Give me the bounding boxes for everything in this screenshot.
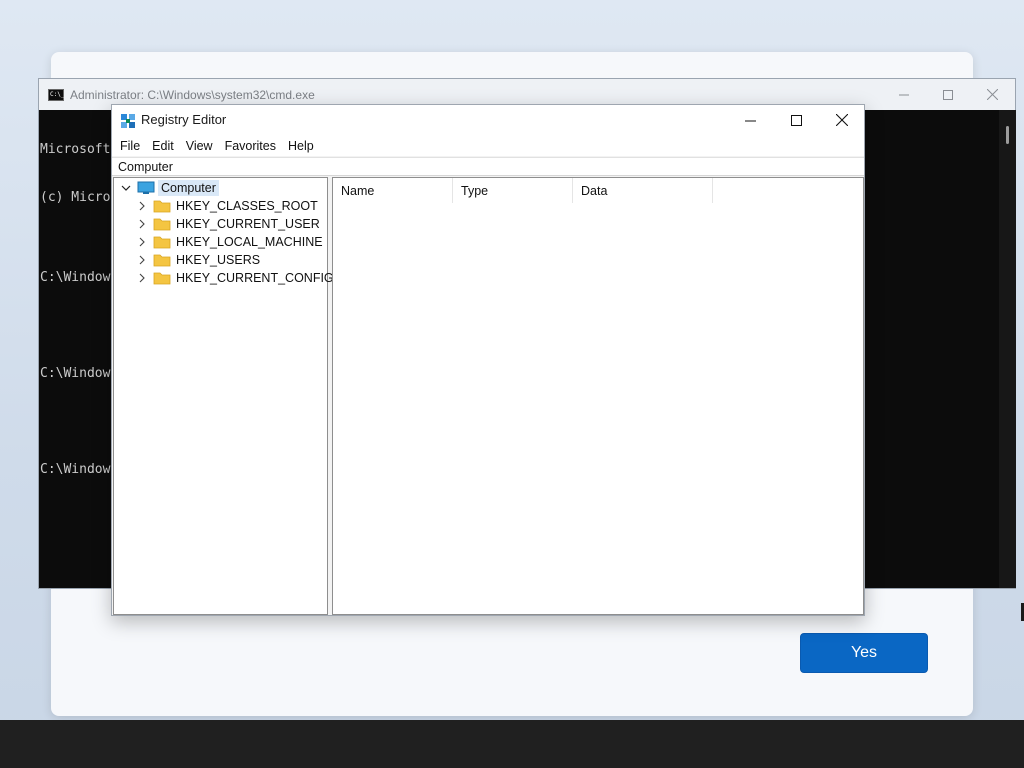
folder-icon xyxy=(153,254,171,267)
minimize-icon xyxy=(744,120,756,121)
folder-icon xyxy=(153,218,171,231)
command-prompt-icon xyxy=(48,88,64,101)
tree-item-hkey-current-config[interactable]: HKEY_CURRENT_CONFIG xyxy=(136,269,334,287)
cmd-title: Administrator: C:\Windows\system32\cmd.e… xyxy=(70,87,315,102)
column-header-type[interactable]: Type xyxy=(453,178,573,203)
address-bar[interactable]: Computer xyxy=(112,157,864,176)
tree-item-hkey-classes-root[interactable]: HKEY_CLASSES_ROOT xyxy=(136,197,318,215)
tree-label: Computer xyxy=(158,180,219,196)
computer-icon xyxy=(137,181,155,194)
taskbar xyxy=(0,720,1024,768)
chevron-right-icon[interactable] xyxy=(136,254,148,266)
regedit-menubar: File Edit View Favorites Help xyxy=(112,135,864,156)
column-header-name[interactable]: Name xyxy=(333,178,453,203)
regedit-close-button[interactable] xyxy=(819,105,865,135)
menu-view[interactable]: View xyxy=(180,139,219,153)
regedit-minimize-button[interactable] xyxy=(727,105,773,135)
tree-item-hkey-current-user[interactable]: HKEY_CURRENT_USER xyxy=(136,215,320,233)
regedit-title: Registry Editor xyxy=(141,112,227,127)
registry-editor-icon xyxy=(121,114,135,128)
tree-label: HKEY_CURRENT_CONFIG xyxy=(176,271,334,285)
chevron-right-icon[interactable] xyxy=(136,200,148,212)
tree-label: HKEY_USERS xyxy=(176,253,261,267)
chevron-right-icon[interactable] xyxy=(136,218,148,230)
cmd-close-button[interactable] xyxy=(969,79,1015,110)
tree-label: HKEY_CURRENT_USER xyxy=(176,217,320,231)
chevron-right-icon[interactable] xyxy=(136,236,148,248)
column-header-data[interactable]: Data xyxy=(573,178,713,203)
folder-icon xyxy=(153,200,171,213)
menu-edit[interactable]: Edit xyxy=(146,139,180,153)
minimize-icon xyxy=(899,94,909,95)
maximize-icon xyxy=(790,114,802,126)
cmd-scroll-thumb[interactable] xyxy=(1006,126,1009,144)
regedit-titlebar[interactable]: Registry Editor xyxy=(112,105,864,135)
close-icon xyxy=(986,89,998,100)
cmd-scrollbar[interactable] xyxy=(999,110,1016,588)
chevron-down-icon[interactable] xyxy=(120,182,132,194)
cmd-minimize-button[interactable] xyxy=(881,79,927,110)
key-tree-pane[interactable]: Computer HKEY_CLASSES_ROOT HKEY_CURRENT_… xyxy=(113,177,334,615)
tree-label: HKEY_CLASSES_ROOT xyxy=(176,199,318,213)
menu-favorites[interactable]: Favorites xyxy=(219,139,282,153)
chevron-right-icon[interactable] xyxy=(136,272,148,284)
cmd-maximize-button[interactable] xyxy=(925,79,971,110)
tree-label: HKEY_LOCAL_MACHINE xyxy=(176,235,323,249)
address-text: Computer xyxy=(118,160,173,174)
close-icon xyxy=(836,114,848,126)
regedit-maximize-button[interactable] xyxy=(773,105,819,135)
tree-item-computer[interactable]: Computer xyxy=(120,179,219,197)
values-list-pane[interactable]: Name Type Data xyxy=(332,177,864,615)
folder-icon xyxy=(153,236,171,249)
folder-icon xyxy=(153,272,171,285)
menu-help[interactable]: Help xyxy=(282,139,320,153)
tree-item-hkey-local-machine[interactable]: HKEY_LOCAL_MACHINE xyxy=(136,233,323,251)
tree-item-hkey-users[interactable]: HKEY_USERS xyxy=(136,251,260,269)
maximize-icon xyxy=(943,89,953,100)
yes-button[interactable]: Yes xyxy=(800,633,928,673)
registry-editor-window: Registry Editor File Edit View Favorites… xyxy=(111,104,865,616)
menu-file[interactable]: File xyxy=(114,139,146,153)
